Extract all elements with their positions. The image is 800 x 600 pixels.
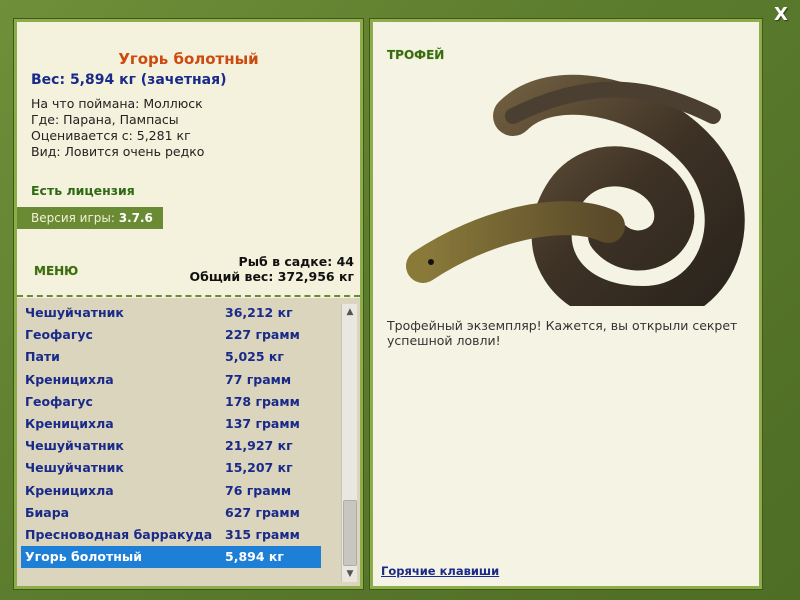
fish-weight: Вес: 5,894 кг (зачетная) — [31, 72, 227, 88]
catch-fish-weight: 137 грамм — [225, 415, 300, 431]
catch-fish-name: Чешуйчатник — [25, 305, 124, 320]
fish-bait: На что поймана: Моллюск — [31, 96, 203, 111]
license-status: Есть лицензия — [31, 183, 135, 198]
catch-list-area: Чешуйчатник 36,212 кг Геофагус 227 грамм Пат… — [17, 298, 360, 586]
fish-rarity: Вид: Ловится очень редко — [31, 144, 205, 159]
eel-image — [406, 74, 745, 306]
divider — [17, 295, 360, 297]
catch-list-item[interactable]: Пресноводная барракуда 315 грамм — [21, 524, 321, 546]
catch-fish-name: Чешуйчатник — [25, 438, 124, 454]
scroll-thumb[interactable] — [343, 500, 357, 566]
catch-list-item[interactable]: Креницихла 137 грамм — [21, 413, 321, 435]
fish-info-section: Угорь болотный Вес: 5,894 кг (зачетная) … — [17, 22, 360, 296]
close-button[interactable]: X — [770, 4, 792, 26]
catch-list-item[interactable]: Чешуйчатник 15,207 кг — [21, 457, 321, 479]
cage-count: Рыб в садке: 44 — [238, 254, 354, 269]
catch-list-scrollbar[interactable]: ▲ ▼ — [341, 304, 357, 582]
catch-list-item[interactable]: Креницихла 76 грамм — [21, 480, 321, 502]
catch-fish-name: Креницихла — [25, 482, 114, 498]
cage-total-weight: Общий вес: 372,956 кг — [189, 269, 355, 284]
hotkeys-link[interactable]: Горячие клавиши — [381, 564, 499, 578]
catch-list-item[interactable]: Креницихла 77 грамм — [21, 369, 321, 391]
trophy-text: Трофейный экземпляр! Кажется, вы открыли… — [387, 318, 738, 348]
game-window: X Угорь болотный Вес: 5,894 кг (зачетная… — [0, 0, 800, 600]
fish-details-panel: Угорь болотный Вес: 5,894 кг (зачетная) … — [13, 18, 364, 590]
catch-fish-name: Угорь болотный — [25, 549, 142, 565]
catch-list-item[interactable]: Угорь болотный 5,894 кг — [21, 546, 321, 569]
fish-rated-from: Оценивается с: 5,281 кг — [31, 128, 191, 143]
catch-fish-weight: 21,927 кг — [225, 438, 293, 454]
catch-fish-weight: 227 грамм — [225, 327, 300, 343]
catch-fish-name: Геофагус — [25, 327, 93, 343]
catch-fish-weight: 5,894 кг — [225, 549, 284, 565]
catch-fish-weight: 315 грамм — [225, 526, 300, 542]
catch-fish-name: Пати — [25, 349, 60, 365]
version-bar: Версия игры: 3.7.6 — [17, 207, 163, 229]
catch-list-item[interactable]: Чешуйчатник 36,212 кг — [21, 302, 321, 324]
catch-fish-weight: 36,212 кг — [225, 305, 293, 320]
catch-fish-weight: 178 грамм — [225, 393, 300, 409]
version-value: 3.7.6 — [118, 211, 153, 225]
catch-list-item[interactable]: Чешуйчатник 21,927 кг — [21, 435, 321, 457]
cage-stats: Рыб в садке: 44 Общий вес: 372,956 кг — [190, 254, 355, 284]
fish-properties: На что поймана: Моллюск Где: Парана, Пам… — [31, 96, 204, 160]
catch-fish-weight: 77 грамм — [225, 371, 292, 387]
catch-fish-name: Пресноводная барракуда — [25, 526, 213, 542]
scroll-up-icon[interactable]: ▲ — [342, 304, 358, 320]
version-label: Версия игры: — [31, 211, 115, 225]
trophy-panel: ТРОФЕЙ Трофейный экземпляр! Кажется, вы … — [369, 18, 763, 590]
fish-location: Где: Парана, Пампасы — [31, 112, 179, 127]
catch-list-item[interactable]: Геофагус 227 грамм — [21, 324, 321, 346]
catch-fish-weight: 5,025 кг — [225, 349, 284, 365]
catch-list-item[interactable]: Пати 5,025 кг — [21, 346, 321, 368]
catch-list-item[interactable]: Биара 627 грамм — [21, 502, 321, 524]
catch-list-item[interactable]: Геофагус 178 грамм — [21, 391, 321, 413]
catch-fish-weight: 627 грамм — [225, 504, 300, 520]
catch-fish-weight: 15,207 кг — [225, 460, 293, 476]
catch-fish-name: Геофагус — [25, 393, 93, 409]
scroll-down-icon[interactable]: ▼ — [342, 566, 358, 582]
catch-fish-name: Креницихла — [25, 415, 114, 431]
fish-name: Угорь болотный — [118, 50, 259, 68]
catch-list: Чешуйчатник 36,212 кг Геофагус 227 грамм Пат… — [21, 302, 321, 569]
catch-fish-name: Биара — [25, 504, 70, 520]
menu-button[interactable]: МЕНЮ — [34, 264, 78, 278]
catch-fish-name: Чешуйчатник — [25, 460, 124, 476]
catch-fish-name: Креницихла — [25, 371, 114, 387]
catch-fish-weight: 76 грамм — [225, 482, 292, 498]
